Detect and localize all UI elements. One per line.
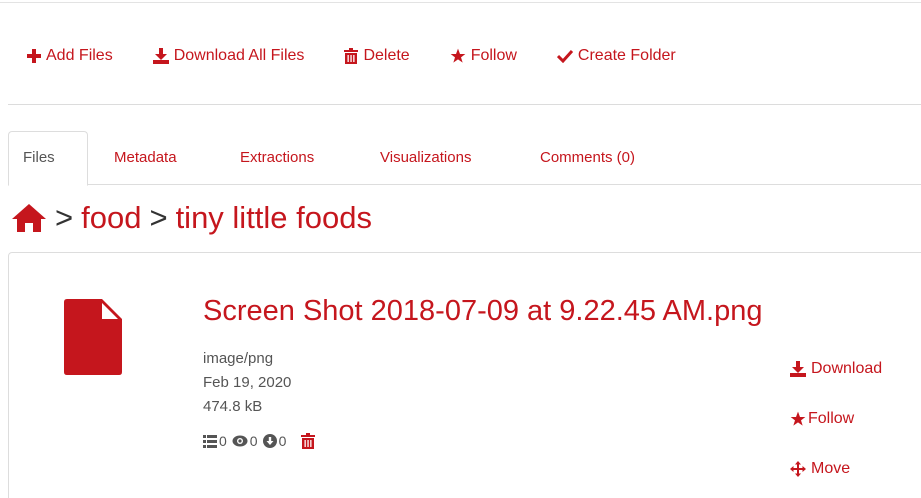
file-type: image/png (203, 350, 274, 367)
tab-visualizations[interactable]: Visualizations (366, 131, 485, 185)
downloads-count: 0 (278, 433, 287, 449)
download-all-files-button[interactable]: Download All Files (152, 47, 305, 65)
tab-visualizations-label: Visualizations (380, 149, 472, 166)
move-button[interactable]: Move (790, 460, 850, 478)
file-move-action: Move (790, 460, 850, 478)
breadcrumb-item-food[interactable]: food (81, 200, 141, 236)
download-circle-icon (262, 434, 277, 448)
delete-label: Delete (363, 47, 410, 64)
list-icon (203, 434, 217, 448)
tab-comments-label: Comments (0) (540, 149, 636, 166)
download-icon (790, 361, 806, 377)
delete-button[interactable]: Delete (344, 47, 410, 65)
tab-comments[interactable]: Comments (0) (526, 131, 649, 185)
breadcrumb-separator: > (149, 200, 168, 235)
toolbar-divider (8, 104, 921, 105)
breadcrumb: > food > tiny little foods (11, 196, 372, 240)
file-date: Feb 19, 2020 (203, 374, 292, 391)
follow-file-button[interactable]: Follow (790, 410, 854, 428)
tab-extractions[interactable]: Extractions (226, 131, 328, 185)
tab-metadata-label: Metadata (114, 149, 177, 166)
follow-file-label: Follow (808, 410, 855, 427)
file-follow-action: Follow (790, 410, 854, 428)
file-toolbar: Add Files Download All Files Delete Foll… (27, 44, 676, 68)
plus-icon (27, 49, 41, 63)
tab-files-label: Files (23, 149, 55, 166)
download-label: Download (811, 360, 883, 377)
file-size: 474.8 kB (203, 398, 263, 415)
move-label: Move (811, 460, 851, 477)
download-icon (152, 48, 169, 64)
tab-metadata[interactable]: Metadata (100, 131, 191, 185)
add-files-button[interactable]: Add Files (27, 47, 113, 65)
file-name-link[interactable]: Screen Shot 2018-07-09 at 9.22.45 AM.png (203, 295, 762, 328)
eye-icon (232, 435, 248, 447)
tab-files[interactable]: Files (8, 131, 88, 186)
tab-extractions-label: Extractions (240, 149, 315, 166)
star-icon (790, 411, 806, 426)
follow-button[interactable]: Follow (450, 47, 517, 65)
trash-icon (344, 48, 359, 64)
file-stats: 0 0 0 (203, 432, 316, 450)
follow-label: Follow (470, 47, 517, 64)
download-button[interactable]: Download (790, 360, 882, 378)
trash-icon[interactable] (301, 433, 316, 449)
tab-bar: Files Metadata Extractions Visualization… (8, 131, 921, 186)
views-count: 0 (249, 433, 258, 449)
metadata-count: 0 (219, 433, 227, 449)
home-icon[interactable] (11, 203, 47, 233)
file-icon[interactable] (64, 299, 122, 375)
breadcrumb-item-tiny-little-foods[interactable]: tiny little foods (176, 200, 372, 236)
file-download-action: Download (790, 360, 882, 378)
file-panel (8, 252, 921, 498)
star-icon (450, 48, 466, 63)
download-all-files-label: Download All Files (173, 47, 305, 64)
create-folder-label: Create Folder (577, 47, 676, 64)
top-border (0, 2, 921, 3)
check-icon (556, 49, 573, 63)
breadcrumb-separator: > (55, 200, 74, 235)
create-folder-button[interactable]: Create Folder (556, 47, 676, 65)
add-files-label: Add Files (46, 47, 113, 64)
move-icon (790, 461, 806, 477)
